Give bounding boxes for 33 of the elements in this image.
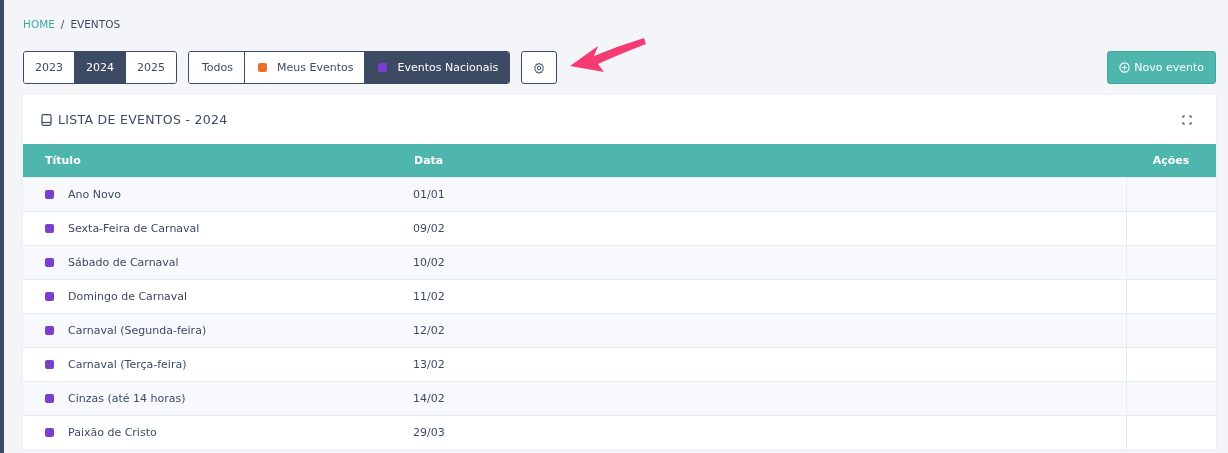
event-date: 09/02	[413, 221, 445, 235]
breadcrumb-separator: /	[60, 18, 65, 30]
settings-button[interactable]	[521, 51, 558, 84]
event-title: Sexta-Feira de Carnaval	[68, 221, 200, 235]
filter-tab[interactable]: Todos	[189, 52, 246, 83]
filter-tab[interactable]: Meus Eventos	[245, 52, 366, 83]
column-header: Ações	[1126, 144, 1216, 177]
event-date: 11/02	[413, 289, 445, 303]
event-title: Cinzas (até 14 horas)	[68, 391, 186, 405]
event-date: 29/03	[413, 425, 445, 439]
fullscreen-icon[interactable]	[1182, 114, 1192, 125]
event-title: Sábado de Carnaval	[68, 255, 179, 269]
year-tab[interactable]: 2023	[24, 52, 75, 83]
event-date: 10/02	[413, 255, 445, 269]
book-icon	[41, 113, 52, 126]
column-header: Título	[23, 144, 413, 177]
event-title: Carnaval (Terça-feira)	[68, 357, 187, 371]
event-title: Carnaval (Segunda-feira)	[68, 323, 207, 337]
event-title: Domingo de Carnaval	[68, 289, 188, 303]
plus-circle-icon	[1119, 62, 1131, 73]
settings-icon	[533, 61, 546, 74]
event-title: Ano Novo	[68, 187, 121, 201]
event-date: 01/01	[413, 187, 445, 201]
event-date: 14/02	[413, 391, 445, 405]
breadcrumb-current: EVENTOS	[70, 18, 121, 30]
card-title: LISTA DE EVENTOS - 2024	[58, 112, 228, 127]
column-header: Data	[413, 144, 1126, 177]
event-title: Paixão de Cristo	[68, 425, 157, 439]
event-date: 12/02	[413, 323, 445, 337]
event-date: 13/02	[413, 357, 445, 371]
year-tab[interactable]: 2024	[75, 52, 126, 83]
filter-tab[interactable]: Eventos Nacionais	[365, 52, 510, 83]
year-tab[interactable]: 2025	[126, 52, 176, 83]
